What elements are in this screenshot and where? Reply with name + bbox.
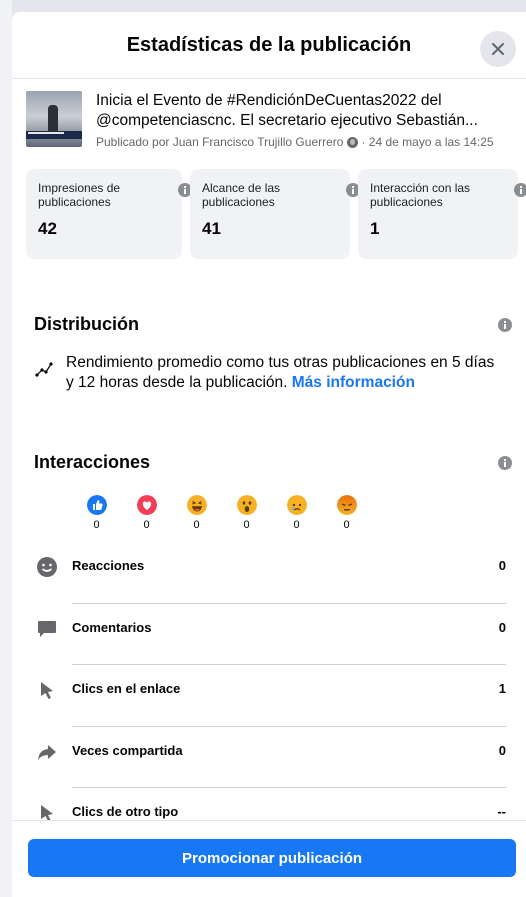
- reaction-count: 0: [93, 519, 100, 531]
- like-icon: [86, 495, 107, 515]
- metric-value: 0: [498, 619, 506, 635]
- distribution-text: Rendimiento promedio como tus otras publ…: [66, 353, 506, 393]
- close-icon: [492, 43, 504, 55]
- post-insights-dialog: Estadísticas de la publicación Inicia el…: [12, 12, 526, 897]
- reaction-count: 0: [243, 519, 250, 531]
- post-summary[interactable]: Inicia el Evento de #RendiciónDeCuentas2…: [12, 79, 526, 161]
- metric-row-reactions: Reacciones 0: [12, 542, 526, 604]
- stat-value: 42: [38, 219, 57, 238]
- post-title-line-2: @competenciascnc. El secretario ejecutiv…: [96, 112, 478, 129]
- haha-icon: [186, 495, 207, 515]
- metric-label: Clics en el enlace: [72, 681, 181, 696]
- post-meta: Publicado por Juan Francisco Trujillo Gu…: [96, 135, 516, 149]
- post-date: · 24 de mayo a las 14:25: [361, 135, 494, 149]
- dialog-footer: Promocionar publicación: [12, 820, 526, 897]
- close-button[interactable]: [480, 31, 516, 67]
- share-icon: [38, 744, 56, 760]
- comment-icon: [38, 620, 56, 637]
- interactions-section: Interacciones 0 0 0 0 0 0: [12, 452, 526, 531]
- metric-label: Comentarios: [72, 619, 152, 635]
- reaction-breakdown: 0 0 0 0 0 0: [12, 473, 526, 531]
- metric-value: 0: [498, 558, 506, 573]
- reaction-count: 0: [143, 519, 150, 531]
- distribution-section: Distribución Rendimiento promedio como t…: [12, 314, 526, 393]
- info-icon[interactable]: [498, 455, 512, 470]
- dialog-title: Estadísticas de la publicación: [126, 33, 412, 56]
- stats-cards: Impresiones de publicaciones 42 Alcance …: [12, 169, 526, 259]
- info-icon[interactable]: [514, 183, 526, 197]
- stat-value: 1: [370, 219, 380, 238]
- stat-label: Impresiones de publicaciones: [38, 181, 121, 209]
- dialog-header: Estadísticas de la publicación: [12, 12, 526, 79]
- distribution-summary: Rendimiento promedio como tus otras publ…: [66, 354, 495, 391]
- metric-row-shares: Veces compartida 0: [12, 727, 526, 788]
- trend-icon: [35, 362, 53, 377]
- stat-value: 41: [202, 219, 221, 238]
- audience-globe-icon: [347, 136, 359, 148]
- metric-row-link-clicks: Clics en el enlace 1: [12, 665, 526, 727]
- reaction-count: 0: [193, 519, 200, 531]
- interaction-metrics: Reacciones 0 Comentarios 0 Clics en el e…: [12, 542, 526, 850]
- angry-icon: [336, 495, 357, 515]
- metric-value: --: [497, 804, 506, 819]
- metric-label: Clics de otro tipo: [72, 804, 179, 819]
- metric-value: 1: [498, 681, 506, 696]
- metric-label: Reacciones: [72, 558, 145, 573]
- metric-label: Veces compartida: [72, 742, 183, 758]
- cursor-icon: [41, 682, 53, 699]
- metric-value: 0: [498, 742, 506, 758]
- smiley-icon: [37, 557, 57, 577]
- dialog-body: Inicia el Evento de #RendiciónDeCuentas2…: [12, 79, 526, 259]
- post-thumbnail: [26, 91, 82, 147]
- thumbnail-caption: [26, 131, 82, 139]
- stat-card-reach: Alcance de las publicaciones 41: [190, 169, 360, 259]
- distribution-title: Distribución: [34, 314, 140, 334]
- stat-label: Alcance de las publicaciones: [202, 181, 281, 209]
- love-icon: [136, 495, 157, 515]
- reaction-count: 0: [343, 519, 350, 531]
- sad-icon: [286, 495, 307, 515]
- info-icon[interactable]: [498, 317, 512, 332]
- promote-post-button[interactable]: Promocionar publicación: [28, 839, 516, 877]
- learn-more-link[interactable]: Más información: [292, 374, 415, 391]
- stat-card-impressions: Impresiones de publicaciones 42: [26, 169, 192, 259]
- post-title-line-1: Inicia el Evento de #RendiciónDeCuentas2…: [96, 92, 442, 109]
- metric-row-comments: Comentarios 0: [12, 604, 526, 665]
- post-author: Publicado por Juan Francisco Trujillo Gu…: [96, 135, 344, 149]
- stat-card-engagement: Interacción con las publicaciones 1: [358, 169, 526, 259]
- wow-icon: [236, 495, 257, 515]
- page-backdrop: [0, 0, 12, 897]
- interactions-title: Interacciones: [34, 452, 151, 472]
- stat-label: Interacción con las publicaciones: [370, 181, 471, 209]
- reaction-angry: 0: [311, 495, 382, 531]
- reaction-count: 0: [293, 519, 300, 531]
